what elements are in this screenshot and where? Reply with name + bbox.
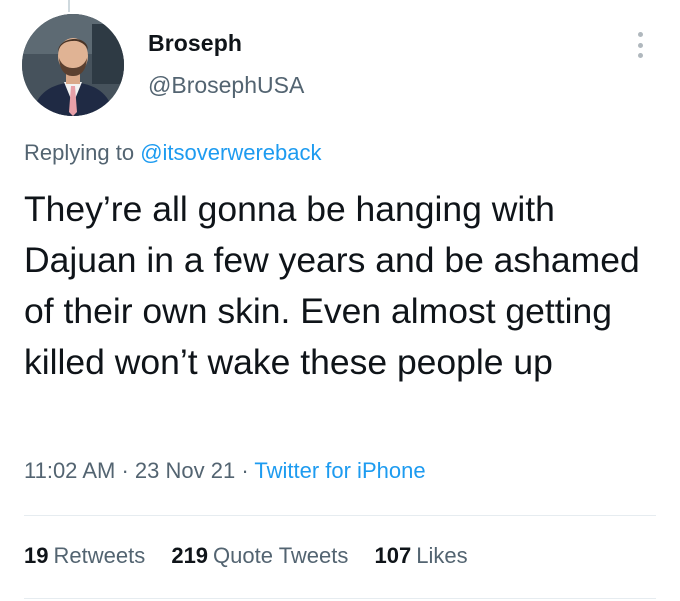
avatar-photo: [22, 14, 124, 116]
thread-connector-line: [68, 0, 70, 12]
likes-count: 107: [374, 543, 412, 568]
retweets-stat[interactable]: 19 Retweets: [24, 543, 145, 569]
quote-tweets-label: Quote Tweets: [213, 543, 349, 568]
quote-tweets-count: 219: [171, 543, 209, 568]
tweet-stats: 19 Retweets 219 Quote Tweets 107 Likes: [24, 543, 488, 569]
tweet-time[interactable]: 11:02 AM: [24, 458, 115, 483]
replying-to-mention-link[interactable]: @itsoverwereback: [140, 140, 321, 165]
tweet-date[interactable]: 23 Nov 21: [135, 458, 235, 483]
more-dot: [637, 32, 643, 37]
author-display-name[interactable]: Broseph: [148, 30, 242, 57]
meta-separator: ·: [241, 458, 249, 483]
divider: [24, 598, 656, 599]
more-dot: [637, 42, 643, 48]
author-handle[interactable]: @BrosephUSA: [148, 72, 304, 99]
replying-to-label: Replying to: [24, 140, 135, 165]
divider: [24, 515, 656, 516]
more-vertical-icon[interactable]: [628, 28, 652, 62]
tweet-source-link[interactable]: Twitter for iPhone: [254, 458, 425, 483]
tweet-text: They’re all gonna be hanging with Dajuan…: [24, 189, 640, 382]
likes-stat[interactable]: 107 Likes: [375, 543, 468, 569]
avatar[interactable]: [22, 14, 124, 116]
quote-tweets-stat[interactable]: 219 Quote Tweets: [171, 543, 348, 569]
more-dot: [637, 53, 643, 58]
tweet-meta: 11:02 AM · 23 Nov 21 · Twitter for iPhon…: [24, 458, 426, 484]
meta-separator: ·: [121, 458, 129, 483]
replying-to-line: Replying to @itsoverwereback: [24, 140, 322, 166]
retweets-count: 19: [24, 543, 49, 568]
likes-label: Likes: [416, 543, 468, 568]
retweets-label: Retweets: [53, 543, 146, 568]
